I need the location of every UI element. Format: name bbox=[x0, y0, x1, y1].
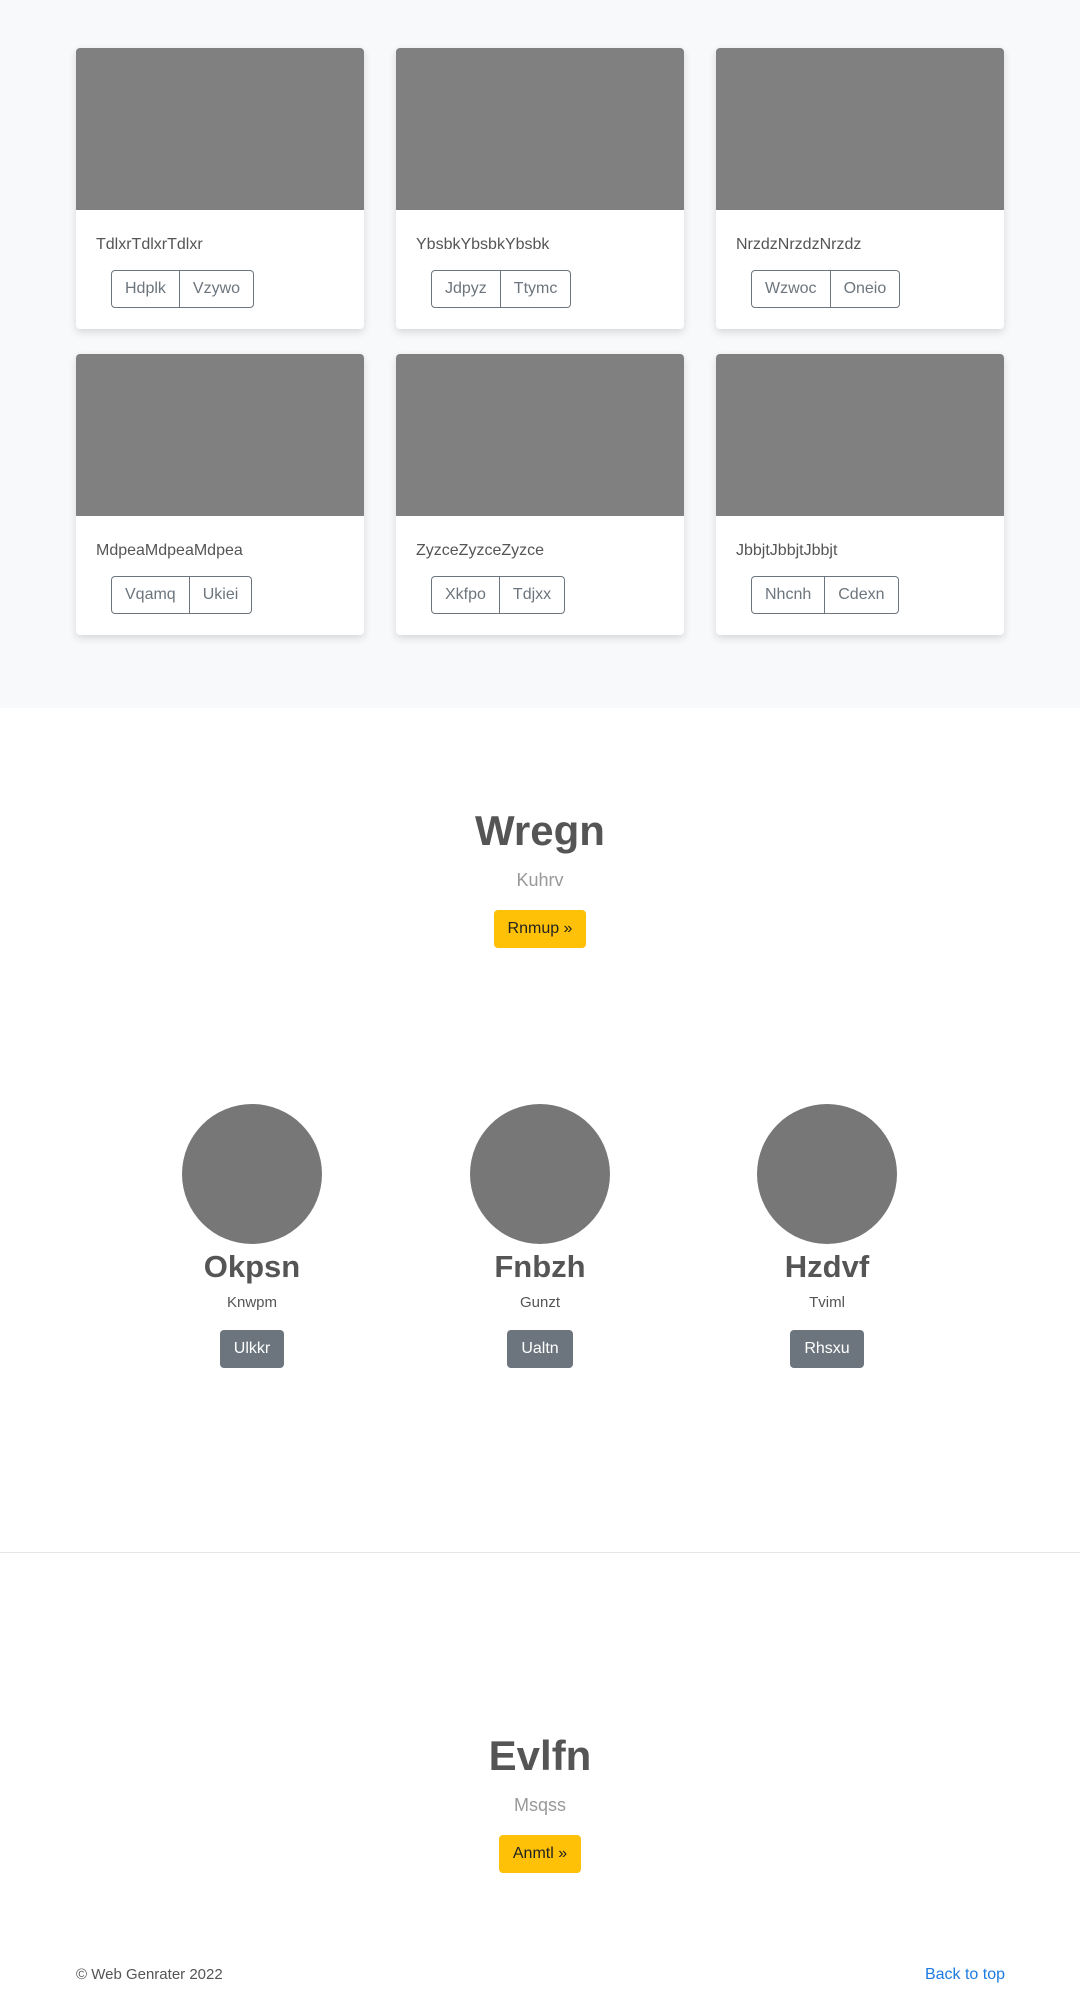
card-button[interactable]: Xkfpo bbox=[431, 576, 500, 614]
card-title: NrzdzNrzdzNrzdz bbox=[736, 236, 862, 253]
cards-section: TdlxrTdlxrTdlxr Hdplk Vzywo YbsbkYbsbkYb… bbox=[0, 0, 1080, 708]
profile-button[interactable]: Ulkkr bbox=[219, 1330, 285, 1368]
card-button-group: Jdpyz Ttymc bbox=[431, 270, 572, 308]
profile-role: Knwpm bbox=[226, 1294, 278, 1311]
card-button-group: Vqamq Ukiei bbox=[111, 576, 253, 614]
section-divider bbox=[0, 1552, 1080, 1553]
hero-cta-button[interactable]: Rnmup » bbox=[493, 910, 587, 948]
profiles-section: Okpsn Knwpm Ulkkr Fnbzh Gunzt Ualtn Hzdv… bbox=[0, 1104, 1080, 1374]
profile-name: Hzdvf bbox=[784, 1249, 870, 1284]
card-image-placeholder bbox=[76, 354, 364, 516]
footer: © Web Genrater 2022 Back to top bbox=[76, 1966, 1005, 1988]
profile-button[interactable]: Ualtn bbox=[507, 1330, 573, 1368]
card-button[interactable]: Cdexn bbox=[825, 576, 899, 614]
card-title: ZyzceZyzceZyzce bbox=[416, 542, 545, 559]
hero-section: Evlfn Msqss Anmtl » bbox=[0, 1731, 1080, 1873]
profile-role: Tviml bbox=[809, 1294, 845, 1311]
card-button[interactable]: Hdplk bbox=[111, 270, 180, 308]
card: MdpeaMdpeaMdpea Vqamq Ukiei bbox=[76, 354, 364, 635]
card-title: MdpeaMdpeaMdpea bbox=[96, 542, 243, 559]
card-image-placeholder bbox=[396, 354, 684, 516]
card: ZyzceZyzceZyzce Xkfpo Tdjxx bbox=[396, 354, 684, 635]
card: YbsbkYbsbkYbsbk Jdpyz Ttymc bbox=[396, 48, 684, 329]
card-title: TdlxrTdlxrTdlxr bbox=[96, 236, 203, 253]
card-title: YbsbkYbsbkYbsbk bbox=[416, 236, 550, 253]
card-button[interactable]: Ukiei bbox=[189, 576, 253, 614]
card: JbbjtJbbjtJbbjt Nhcnh Cdexn bbox=[716, 354, 1004, 635]
card-button[interactable]: Vqamq bbox=[111, 576, 190, 614]
copyright-text: © Web Genrater 2022 bbox=[76, 1966, 223, 1983]
profile-name: Okpsn bbox=[203, 1249, 301, 1284]
card: NrzdzNrzdzNrzdz Wzwoc Oneio bbox=[716, 48, 1004, 329]
profile-role: Gunzt bbox=[519, 1294, 561, 1311]
card-button[interactable]: Oneio bbox=[830, 270, 901, 308]
card-title: JbbjtJbbjtJbbjt bbox=[736, 542, 838, 559]
card-image-placeholder bbox=[76, 48, 364, 210]
card-image-placeholder bbox=[716, 48, 1004, 210]
profile-name: Fnbzh bbox=[494, 1249, 586, 1284]
card-button-group: Xkfpo Tdjxx bbox=[431, 576, 566, 614]
back-to-top-link[interactable]: Back to top bbox=[925, 1966, 1005, 1984]
card-image-placeholder bbox=[716, 354, 1004, 516]
cards-grid: TdlxrTdlxrTdlxr Hdplk Vzywo YbsbkYbsbkYb… bbox=[0, 48, 1080, 660]
card-button[interactable]: Tdjxx bbox=[499, 576, 566, 614]
card-button-group: Wzwoc Oneio bbox=[751, 270, 901, 308]
profile-button[interactable]: Rhsxu bbox=[790, 1330, 864, 1368]
hero-subtitle: Msqss bbox=[513, 1795, 566, 1815]
hero-cta-button[interactable]: Anmtl » bbox=[498, 1835, 582, 1873]
card-button[interactable]: Jdpyz bbox=[431, 270, 501, 308]
card-button[interactable]: Vzywo bbox=[179, 270, 255, 308]
hero-subtitle: Kuhrv bbox=[516, 870, 564, 890]
card-image-placeholder bbox=[396, 48, 684, 210]
avatar bbox=[182, 1104, 322, 1244]
hero-section: Wregn Kuhrv Rnmup » bbox=[0, 806, 1080, 948]
hero-title: Evlfn bbox=[488, 1732, 592, 1779]
card-button[interactable]: Ttymc bbox=[500, 270, 572, 308]
card: TdlxrTdlxrTdlxr Hdplk Vzywo bbox=[76, 48, 364, 329]
hero-title: Wregn bbox=[475, 807, 605, 854]
card-button-group: Nhcnh Cdexn bbox=[751, 576, 899, 614]
card-button[interactable]: Wzwoc bbox=[751, 270, 831, 308]
profile-card: Fnbzh Gunzt Ualtn bbox=[420, 1104, 660, 1368]
card-button-group: Hdplk Vzywo bbox=[111, 270, 255, 308]
avatar bbox=[757, 1104, 897, 1244]
profile-card: Okpsn Knwpm Ulkkr bbox=[132, 1104, 372, 1368]
avatar bbox=[470, 1104, 610, 1244]
profile-card: Hzdvf Tviml Rhsxu bbox=[707, 1104, 947, 1368]
card-button[interactable]: Nhcnh bbox=[751, 576, 826, 614]
